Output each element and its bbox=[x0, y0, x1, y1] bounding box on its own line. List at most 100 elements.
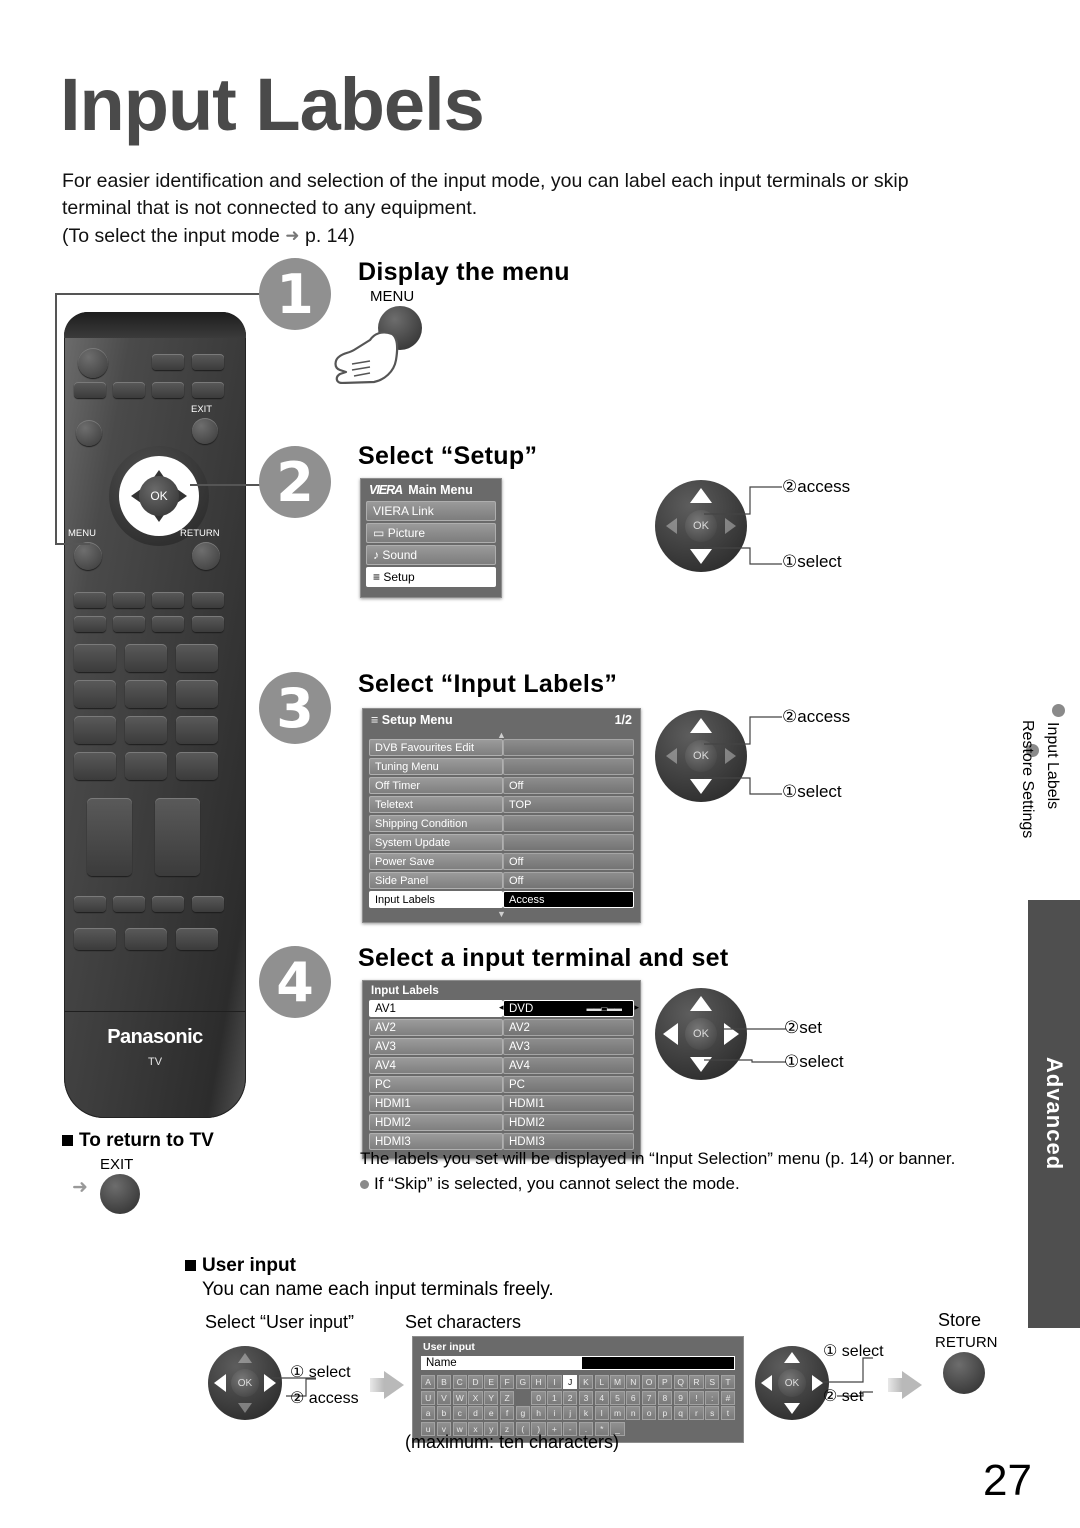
keyboard-key[interactable]: j bbox=[563, 1406, 578, 1420]
keyboard-key[interactable]: r bbox=[689, 1406, 704, 1420]
keyboard-key[interactable]: 9 bbox=[673, 1390, 688, 1405]
remote-button[interactable] bbox=[74, 616, 106, 632]
return-button-graphic[interactable] bbox=[943, 1352, 985, 1394]
keyboard-key[interactable]: q bbox=[673, 1406, 688, 1420]
keyboard-key[interactable]: J bbox=[563, 1375, 578, 1389]
keyboard-key[interactable]: n bbox=[626, 1406, 641, 1420]
chevron-right-icon[interactable]: ▸ bbox=[634, 1002, 639, 1013]
scroll-down-icon[interactable]: ▼ bbox=[363, 910, 640, 922]
numeric-key[interactable] bbox=[125, 752, 167, 780]
input-label-row-av2[interactable]: AV2 AV2 bbox=[369, 1019, 634, 1036]
input-label-row-pc[interactable]: PC PC bbox=[369, 1076, 634, 1093]
keyboard-key[interactable]: Q bbox=[673, 1375, 688, 1389]
setup-row-dvb-favourites-edit[interactable]: DVB Favourites Edit bbox=[369, 739, 634, 756]
keyboard-key[interactable]: f bbox=[499, 1406, 515, 1420]
sidebar-item-input-labels[interactable]: Input Labels bbox=[1043, 722, 1061, 809]
keyboard-key[interactable]: 1 bbox=[547, 1390, 562, 1405]
setup-row-input-labels[interactable]: Input Labels Access bbox=[369, 891, 634, 908]
keyboard-key[interactable]: 0 bbox=[531, 1390, 546, 1405]
keyboard-key[interactable]: N bbox=[626, 1375, 641, 1389]
main-menu-item-viera-link[interactable]: VIERA Link bbox=[366, 501, 496, 521]
keyboard-key[interactable]: F bbox=[499, 1375, 515, 1389]
keyboard-key[interactable]: b bbox=[436, 1406, 452, 1420]
keyboard-key[interactable]: D bbox=[468, 1375, 483, 1389]
numeric-key[interactable] bbox=[125, 716, 167, 744]
input-label-row-av3[interactable]: AV3 AV3 bbox=[369, 1038, 634, 1055]
setup-row-power-save[interactable]: Power Save Off bbox=[369, 853, 634, 870]
remote-button[interactable] bbox=[192, 592, 224, 608]
remote-button[interactable] bbox=[74, 896, 106, 912]
keyboard-key[interactable]: 4 bbox=[594, 1390, 609, 1405]
chevron-up-icon[interactable] bbox=[690, 996, 712, 1011]
channel-rocker[interactable] bbox=[155, 798, 200, 876]
setup-row-shipping-condition[interactable]: Shipping Condition bbox=[369, 815, 634, 832]
keyboard-key[interactable]: h bbox=[531, 1406, 546, 1420]
remote-button[interactable] bbox=[192, 616, 224, 632]
keyboard-key[interactable]: 3 bbox=[578, 1390, 594, 1405]
keyboard-key[interactable]: W bbox=[452, 1390, 467, 1405]
keyboard-key[interactable]: ! bbox=[689, 1390, 704, 1405]
numeric-key[interactable] bbox=[176, 680, 218, 708]
chevron-left-icon[interactable] bbox=[214, 1374, 226, 1392]
ok-button[interactable]: OK bbox=[778, 1369, 806, 1397]
keyboard-key[interactable]: 7 bbox=[641, 1390, 657, 1405]
chevron-up-icon[interactable] bbox=[784, 1352, 800, 1363]
keyboard-key[interactable]: a bbox=[421, 1406, 436, 1420]
keyboard-key[interactable]: # bbox=[720, 1390, 736, 1405]
keyboard-key[interactable]: B bbox=[436, 1375, 452, 1389]
keyboard-key[interactable]: m bbox=[610, 1406, 625, 1420]
chevron-left-icon[interactable] bbox=[761, 1375, 772, 1391]
keyboard-key[interactable]: C bbox=[452, 1375, 467, 1389]
keyboard-key[interactable]: U bbox=[421, 1390, 436, 1405]
numeric-key[interactable] bbox=[125, 680, 167, 708]
setup-row-side-panel[interactable]: Side Panel Off bbox=[369, 872, 634, 889]
remote-button[interactable] bbox=[113, 616, 145, 632]
keyboard-key[interactable]: K bbox=[578, 1375, 594, 1389]
keyboard-key[interactable]: X bbox=[468, 1390, 483, 1405]
keyboard-key[interactable]: M bbox=[610, 1375, 625, 1389]
keyboard-key[interactable]: 6 bbox=[626, 1390, 641, 1405]
scroll-up-icon[interactable]: ▲ bbox=[363, 731, 640, 740]
volume-rocker[interactable] bbox=[87, 798, 132, 876]
numeric-key[interactable] bbox=[74, 716, 116, 744]
keyboard-key[interactable]: G bbox=[515, 1375, 530, 1389]
keyboard-key[interactable]: o bbox=[641, 1406, 657, 1420]
input-label-row-hdmi2[interactable]: HDMI2 HDMI2 bbox=[369, 1114, 634, 1131]
numeric-key[interactable] bbox=[74, 752, 116, 780]
keyboard-key[interactable]: l bbox=[594, 1406, 609, 1420]
remote-button[interactable] bbox=[125, 928, 167, 950]
numeric-key[interactable] bbox=[176, 752, 218, 780]
ok-button[interactable]: OK bbox=[231, 1369, 259, 1397]
keyboard-key[interactable]: k bbox=[578, 1406, 594, 1420]
chevron-down-icon[interactable] bbox=[784, 1403, 800, 1414]
chevron-up-icon[interactable] bbox=[238, 1353, 252, 1363]
input-label-row-av4[interactable]: AV4 AV4 bbox=[369, 1057, 634, 1074]
remote-button[interactable] bbox=[176, 928, 218, 950]
sidebar-item-restore-settings[interactable]: Restore Settings bbox=[1018, 720, 1036, 838]
setup-row-tuning-menu[interactable]: Tuning Menu bbox=[369, 758, 634, 775]
remote-button[interactable] bbox=[113, 896, 145, 912]
setup-row-system-update[interactable]: System Update bbox=[369, 834, 634, 851]
numeric-key[interactable] bbox=[74, 680, 116, 708]
section-tab-advanced[interactable]: Advanced bbox=[1028, 900, 1080, 1328]
keyboard-key[interactable]: O bbox=[641, 1375, 657, 1389]
keyboard-key[interactable]: L bbox=[594, 1375, 609, 1389]
keyboard-key[interactable]: A bbox=[421, 1375, 436, 1389]
keyboard-key[interactable]: i bbox=[547, 1406, 562, 1420]
chevron-left-icon[interactable] bbox=[666, 748, 677, 764]
keyboard-key[interactable]: P bbox=[657, 1375, 672, 1389]
keyboard-key[interactable]: 5 bbox=[610, 1390, 625, 1405]
numeric-key[interactable] bbox=[176, 716, 218, 744]
keyboard-key[interactable]: T bbox=[720, 1375, 736, 1389]
numeric-key[interactable] bbox=[176, 644, 218, 672]
keyboard-key[interactable]: Z bbox=[499, 1390, 515, 1405]
remote-button[interactable] bbox=[113, 592, 145, 608]
remote-button[interactable] bbox=[152, 616, 184, 632]
keyboard-key[interactable]: H bbox=[531, 1375, 546, 1389]
keyboard-key[interactable]: p bbox=[657, 1406, 672, 1420]
numeric-key[interactable] bbox=[74, 644, 116, 672]
keyboard-key[interactable]: s bbox=[705, 1406, 720, 1420]
remote-button[interactable] bbox=[74, 592, 106, 608]
keyboard-key[interactable]: S bbox=[705, 1375, 720, 1389]
remote-button[interactable] bbox=[74, 928, 116, 950]
